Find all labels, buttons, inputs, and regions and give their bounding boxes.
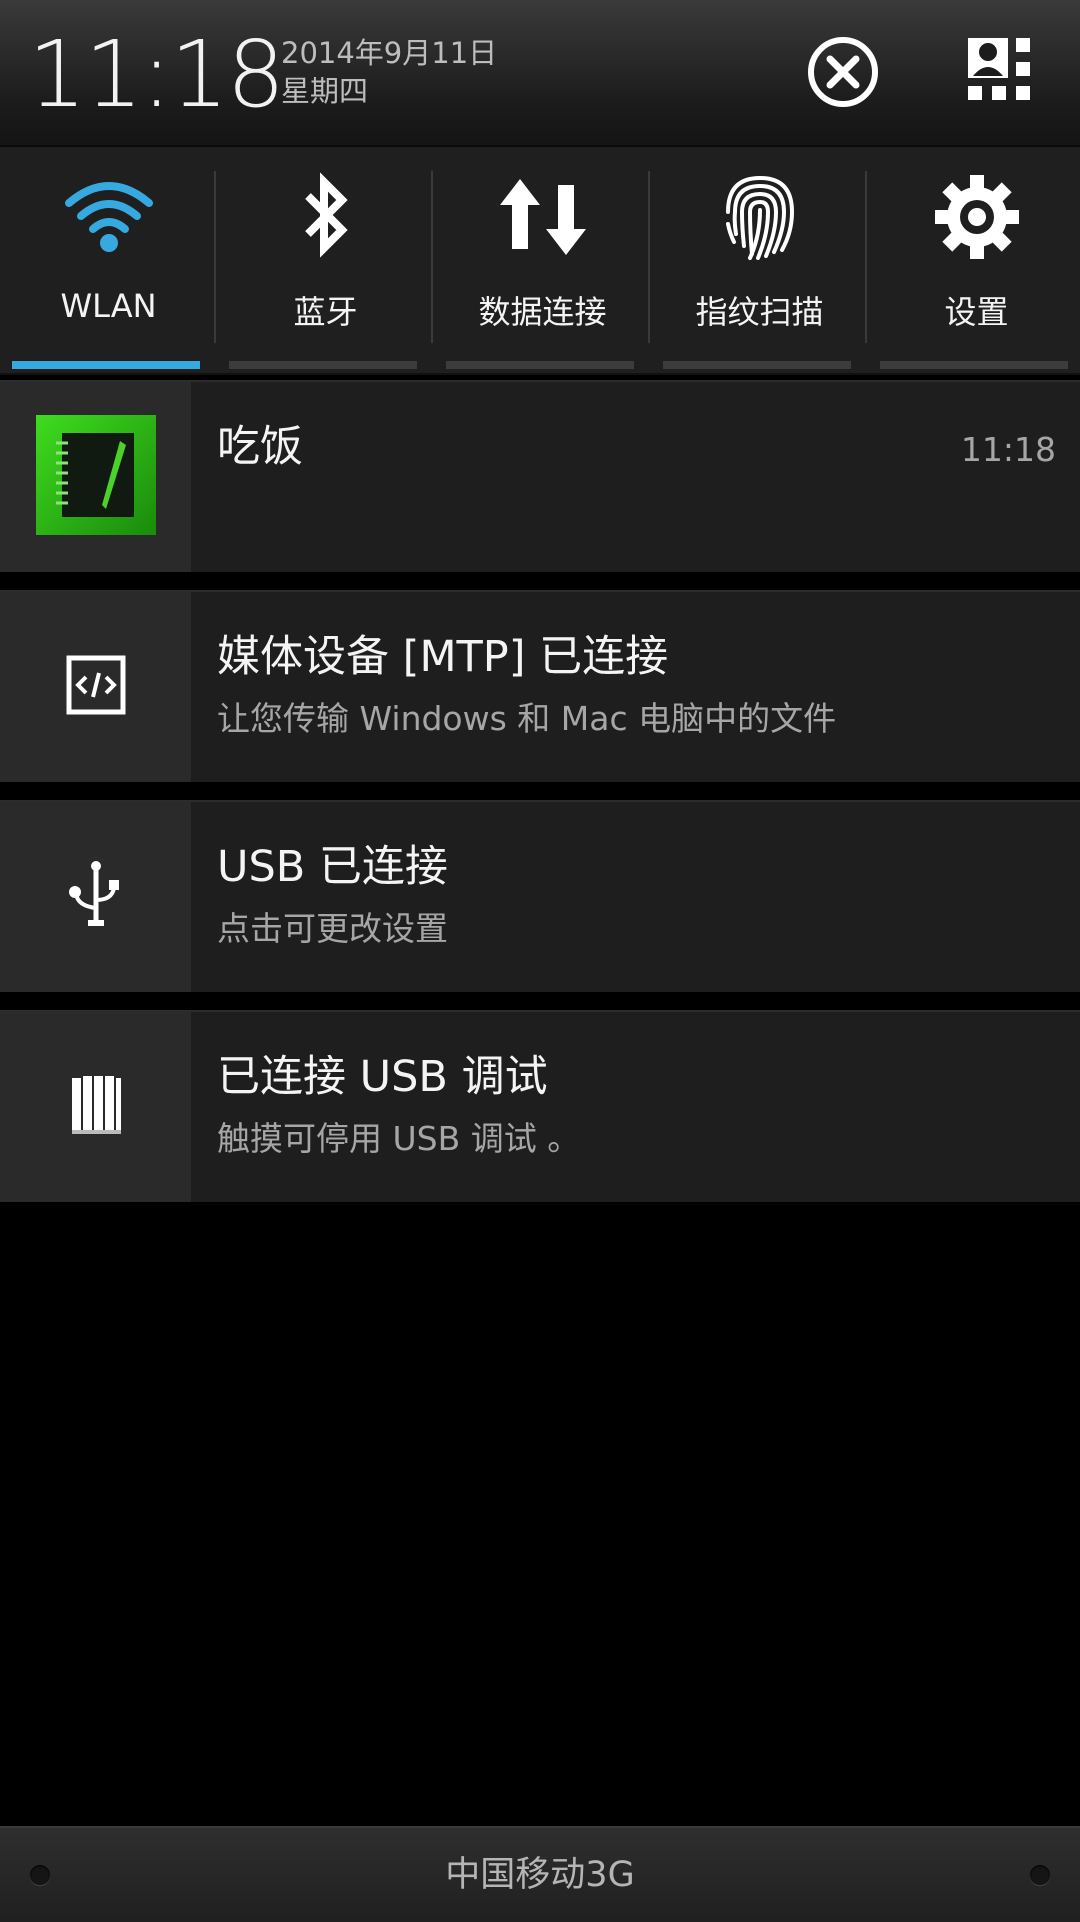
notification-time: 11:18: [960, 430, 1056, 469]
fingerprint-icon: [651, 169, 868, 265]
notification-icon-cell: [0, 1012, 191, 1202]
notification-item[interactable]: 已连接 USB 调试 触摸可停用 USB 调试 。: [0, 1010, 1080, 1202]
notification-title: 媒体设备 [MTP] 已连接: [217, 632, 669, 682]
notification-title: 已连接 USB 调试: [217, 1052, 548, 1102]
tile-indicator: [229, 361, 417, 369]
notification-subtitle: 让您传输 Windows 和 Mac 电脑中的文件: [217, 699, 837, 738]
notification-subtitle: 点击可更改设置: [217, 909, 448, 948]
date-label: 2014年9月11日: [281, 36, 498, 70]
notification-item[interactable]: 吃饭 11:18: [0, 380, 1080, 572]
notification-title: USB 已连接: [217, 842, 448, 892]
notification-subtitle: 触摸可停用 USB 调试 。: [217, 1119, 581, 1158]
tile-indicator: [663, 361, 851, 369]
tile-indicator: [12, 361, 200, 369]
tile-label: WLAN: [60, 287, 157, 325]
carrier-bar: 中国移动3G: [0, 1826, 1080, 1922]
code-icon: [66, 655, 126, 719]
tile-label: 指纹扫描: [695, 293, 824, 331]
tile-data-connection[interactable]: 数据连接: [434, 147, 651, 373]
quick-settings-panel: WLAN 蓝牙 数据连接 指纹扫描 设置: [0, 147, 1080, 375]
notebook-app-icon: [35, 415, 156, 539]
gear-icon: [868, 169, 1080, 265]
tile-wlan[interactable]: WLAN: [0, 147, 217, 373]
usb-debug-icon: [70, 1074, 122, 1140]
right-dot: [1030, 1865, 1050, 1885]
tile-fingerprint[interactable]: 指纹扫描: [651, 147, 868, 373]
notification-icon-cell: [0, 592, 191, 782]
weekday-label: 星期四: [281, 74, 369, 108]
notification-item[interactable]: USB 已连接 点击可更改设置: [0, 800, 1080, 992]
bluetooth-icon: [217, 169, 434, 265]
notification-item[interactable]: 媒体设备 [MTP] 已连接 让您传输 Windows 和 Mac 电脑中的文件: [0, 590, 1080, 782]
close-circle-icon[interactable]: [803, 32, 883, 112]
data-transfer-icon: [434, 169, 651, 265]
tile-indicator: [880, 361, 1068, 369]
carrier-label: 中国移动3G: [445, 1855, 635, 1895]
wifi-icon: [0, 169, 217, 265]
tile-label: 蓝牙: [293, 293, 358, 331]
clock-time: 11:18: [28, 21, 285, 128]
divider: [648, 171, 650, 343]
usb-icon: [66, 860, 126, 934]
status-header: 11:18 2014年9月11日 星期四: [0, 0, 1080, 147]
notification-icon-cell: [0, 382, 191, 572]
notification-icon-cell: [0, 802, 191, 992]
tile-settings[interactable]: 设置: [868, 147, 1080, 373]
divider: [214, 171, 216, 343]
tile-label: 数据连接: [478, 293, 607, 331]
tile-label: 设置: [944, 293, 1009, 331]
divider: [865, 171, 867, 343]
profile-grid-icon[interactable]: [962, 32, 1042, 112]
tile-indicator: [446, 361, 634, 369]
date-info: 2014年9月11日 星期四: [281, 34, 497, 110]
notification-title: 吃饭: [217, 422, 303, 472]
tile-bluetooth[interactable]: 蓝牙: [217, 147, 434, 373]
divider: [431, 171, 433, 343]
